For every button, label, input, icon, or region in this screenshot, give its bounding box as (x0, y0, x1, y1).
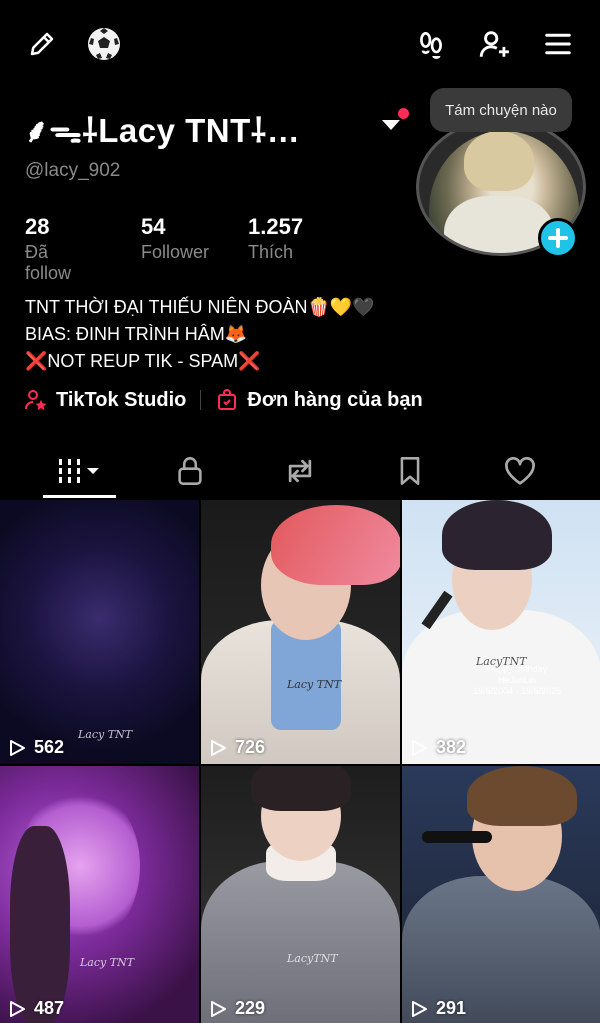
view-count: 726 (209, 737, 265, 758)
stat-label: Đã follow (25, 242, 72, 283)
thumb-overlay-text: Happy birthday HeJunLin 19/6/2004 - 19/6… (462, 664, 572, 697)
username: @lacy_902 (25, 160, 121, 181)
thumb-overlay-caption: Happy birthday HeJunLin 19/6/2004 - 19/6… (472, 664, 562, 696)
view-count: 229 (209, 998, 265, 1019)
display-name: ⸙ᯓ⸸Lacy TNT⸸… (24, 111, 301, 149)
watermark: LacyTNT (476, 655, 527, 668)
active-tab-indicator (43, 495, 116, 498)
bio-line: TNT THỜI ĐẠI THIẾU NIÊN ĐOÀN🍿💛🖤 (25, 297, 375, 317)
thumb-microphone (422, 831, 492, 843)
view-count: 487 (8, 998, 64, 1019)
orders-link[interactable]: Đơn hàng của bạn (215, 388, 423, 412)
view-count: 291 (410, 998, 466, 1019)
lock-icon (176, 456, 204, 486)
tiktok-studio-link[interactable]: TikTok Studio (24, 388, 186, 412)
edit-pencil-icon[interactable] (20, 22, 64, 66)
bio: TNT THỜI ĐẠI THIẾU NIÊN ĐOÀN🍿💛🖤 BIAS: ĐI… (25, 294, 585, 375)
stat-value: 1.257 (248, 214, 304, 239)
video-thumbnail[interactable]: LacyTNT 229 (201, 766, 400, 1023)
tab-reposts[interactable] (240, 446, 360, 496)
heart-icon (504, 456, 536, 486)
tab-videos[interactable] (20, 446, 140, 496)
watermark: Lacy TNT (80, 956, 135, 969)
avatar-figure-body (444, 196, 554, 253)
play-icon (412, 1000, 427, 1017)
thumb-figure-hair (467, 766, 577, 826)
add-friend-icon[interactable] (472, 22, 516, 66)
view-count: 562 (8, 737, 64, 758)
play-icon (211, 1000, 226, 1017)
menu-hamburger-icon[interactable] (536, 22, 580, 66)
avatar[interactable] (416, 118, 588, 258)
stat-following[interactable]: 28 Đã follow (25, 214, 71, 284)
view-count-value: 726 (235, 737, 266, 757)
stat-label: Thích (248, 242, 294, 262)
bio-line: BIAS: ĐINH TRÌNH HÂM🦊 (25, 324, 248, 344)
stat-likes[interactable]: 1.257 Thích (248, 214, 303, 263)
video-thumbnail[interactable]: Lacy TNT 487 (0, 766, 199, 1023)
thumb-figure-silhouette (10, 826, 70, 1023)
video-grid: Lacy TNT 562 Lacy TNT 726 Happy birthday… (0, 500, 600, 1023)
studio-person-icon (24, 388, 48, 412)
tab-liked[interactable] (460, 446, 580, 496)
thumb-figure-hair (251, 766, 351, 811)
content-tabs (0, 446, 600, 498)
watermark: Lacy TNT (287, 678, 342, 691)
stat-value: 54 (141, 214, 166, 239)
profile-links: TikTok Studio Đơn hàng của bạn (24, 383, 423, 417)
display-name-row[interactable]: ⸙ᯓ⸸Lacy TNT⸸… (24, 104, 414, 154)
play-icon (412, 739, 427, 756)
video-thumbnail[interactable]: Happy birthday HeJunLin 19/6/2004 - 19/6… (402, 500, 600, 764)
soccer-ball-icon[interactable] (82, 22, 126, 66)
watermark: Lacy TNT (78, 728, 133, 741)
video-thumbnail[interactable]: Lacy TNT 726 (201, 500, 400, 764)
play-icon (10, 1000, 25, 1017)
shopping-bag-icon (215, 388, 239, 412)
view-count-value: 487 (34, 998, 65, 1018)
chevron-down-icon[interactable] (382, 120, 400, 130)
footprints-icon[interactable] (409, 22, 453, 66)
video-thumbnail[interactable]: 291 (402, 766, 600, 1023)
view-count-value: 562 (34, 737, 65, 757)
stat-label: Follower (141, 242, 210, 262)
divider (200, 390, 202, 410)
link-label: TikTok Studio (56, 388, 187, 411)
view-count-value: 291 (436, 998, 467, 1018)
bio-line: ❌NOT REUP TIK - SPAM❌ (25, 351, 261, 371)
video-thumbnail[interactable]: Lacy TNT 562 (0, 500, 199, 764)
avatar-figure-head (464, 131, 534, 191)
thumb-figure-hair (271, 505, 400, 585)
stat-value: 28 (25, 214, 50, 239)
view-count-value: 229 (235, 998, 266, 1018)
add-story-button[interactable] (538, 218, 578, 258)
view-count-value: 382 (436, 737, 467, 757)
play-icon (211, 739, 226, 756)
bookmark-icon (397, 456, 423, 486)
tab-private[interactable] (130, 446, 250, 496)
chat-bubble[interactable]: Tám chuyện nào (430, 88, 572, 132)
watermark: LacyTNT (287, 952, 338, 965)
notification-dot (398, 108, 409, 119)
play-icon (10, 739, 25, 756)
view-count: 382 (410, 737, 466, 758)
link-label: Đơn hàng của bạn (247, 388, 423, 411)
grid-icon (55, 456, 105, 486)
tab-favorites[interactable] (350, 446, 470, 496)
repost-icon (284, 456, 316, 486)
top-bar (0, 22, 600, 70)
stat-followers[interactable]: 54 Follower (141, 214, 209, 263)
thumb-figure-hair (442, 500, 552, 570)
